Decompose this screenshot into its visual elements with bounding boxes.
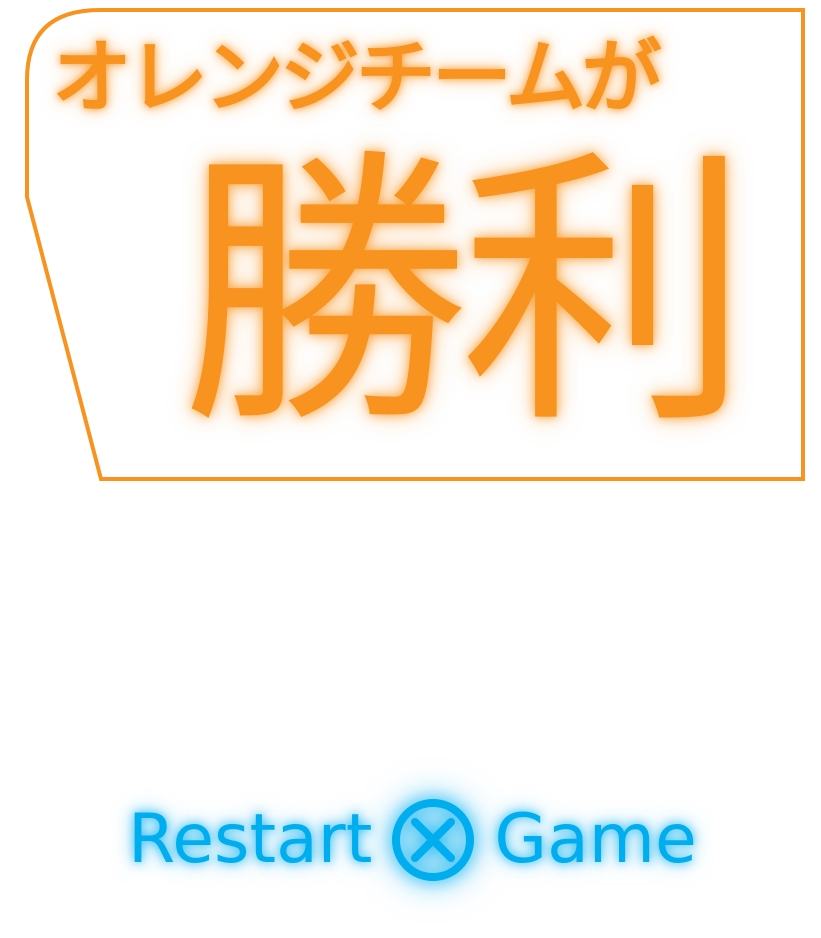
restart-label: Restart <box>128 800 373 879</box>
victory-label: 勝利 <box>180 126 750 463</box>
winning-team-label: オレンジチームが <box>52 31 662 124</box>
victory-banner: オレンジチームが 勝利 <box>0 0 821 500</box>
game-label: Game <box>494 800 697 879</box>
x-button-icon <box>392 799 475 881</box>
restart-game-button[interactable]: Restart Game <box>128 790 697 890</box>
